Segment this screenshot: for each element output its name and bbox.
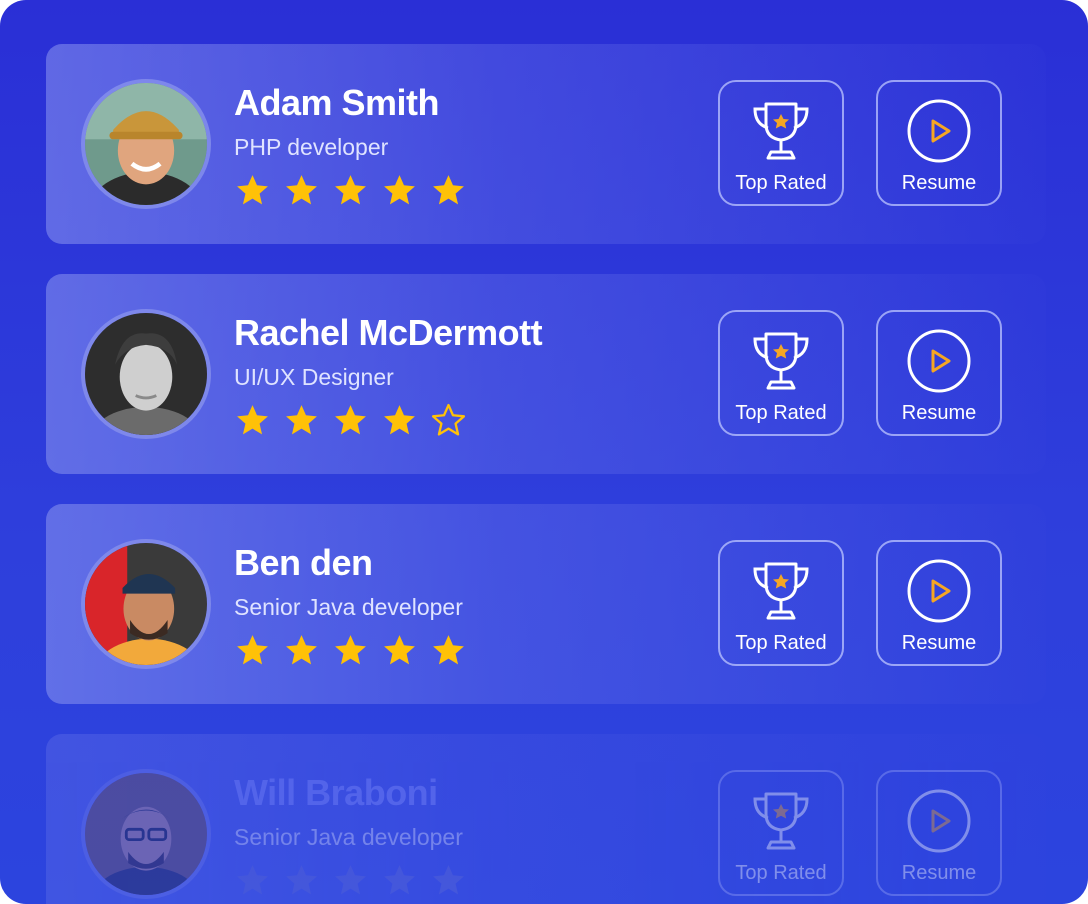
candidate-role: Senior Java developer	[234, 824, 463, 850]
star-filled-icon	[234, 862, 271, 899]
avatar	[81, 79, 211, 209]
resume-button[interactable]: Resume	[876, 540, 1002, 666]
star-filled-icon	[430, 632, 467, 669]
top-rated-label: Top Rated	[735, 402, 827, 424]
resume-button[interactable]: Resume	[876, 310, 1002, 436]
rating-stars	[234, 172, 467, 209]
top-rated-label: Top Rated	[735, 632, 827, 654]
top-rated-button[interactable]: Top Rated	[718, 310, 844, 436]
star-filled-icon	[381, 862, 418, 899]
top-rated-button[interactable]: Top Rated	[718, 770, 844, 896]
star-filled-icon	[381, 172, 418, 209]
star-filled-icon	[234, 402, 271, 439]
trophy-icon	[748, 558, 814, 624]
candidate-role: Senior Java developer	[234, 594, 463, 620]
star-filled-icon	[283, 632, 320, 669]
star-filled-icon	[283, 402, 320, 439]
star-filled-icon	[283, 172, 320, 209]
star-filled-icon	[381, 402, 418, 439]
star-filled-icon	[332, 172, 369, 209]
candidate-name: Adam Smith	[234, 82, 440, 123]
star-filled-icon	[381, 632, 418, 669]
star-filled-icon	[234, 172, 271, 209]
resume-label: Resume	[901, 172, 977, 194]
candidate-name: Rachel McDermott	[234, 312, 543, 353]
candidate-card[interactable]: Ben den Senior Java developer Top Rated	[46, 504, 1046, 704]
star-filled-icon	[332, 632, 369, 669]
top-rated-button[interactable]: Top Rated	[718, 80, 844, 206]
candidate-card[interactable]: Will Braboni Senior Java developer Top R…	[46, 734, 1046, 904]
trophy-icon	[748, 788, 814, 854]
star-outline-icon	[430, 402, 467, 439]
play-circle-icon	[906, 788, 972, 854]
star-filled-icon	[430, 862, 467, 899]
top-rated-label: Top Rated	[735, 172, 827, 194]
top-rated-label: Top Rated	[735, 862, 827, 884]
top-rated-button[interactable]: Top Rated	[718, 540, 844, 666]
resume-label: Resume	[901, 402, 977, 424]
rating-stars	[234, 402, 467, 439]
candidate-name: Ben den	[234, 542, 373, 583]
candidate-role: PHP developer	[234, 134, 389, 160]
candidate-card[interactable]: Adam Smith PHP developer Top Rated Resum…	[46, 44, 1046, 244]
candidate-list-panel: Adam Smith PHP developer Top Rated Resum…	[0, 0, 1088, 904]
play-circle-icon	[906, 98, 972, 164]
play-circle-icon	[906, 558, 972, 624]
star-filled-icon	[332, 862, 369, 899]
star-filled-icon	[332, 402, 369, 439]
trophy-icon	[748, 328, 814, 394]
resume-button[interactable]: Resume	[876, 770, 1002, 896]
rating-stars	[234, 862, 467, 899]
candidate-role: UI/UX Designer	[234, 364, 394, 390]
resume-label: Resume	[901, 862, 977, 884]
star-filled-icon	[283, 862, 320, 899]
candidate-name: Will Braboni	[234, 772, 438, 813]
star-filled-icon	[234, 632, 271, 669]
rating-stars	[234, 632, 467, 669]
star-filled-icon	[430, 172, 467, 209]
avatar	[81, 539, 211, 669]
play-circle-icon	[906, 328, 972, 394]
resume-label: Resume	[901, 632, 977, 654]
avatar	[81, 769, 211, 899]
resume-button[interactable]: Resume	[876, 80, 1002, 206]
candidate-card[interactable]: Rachel McDermott UI/UX Designer Top Rate…	[46, 274, 1046, 474]
trophy-icon	[748, 98, 814, 164]
avatar	[81, 309, 211, 439]
